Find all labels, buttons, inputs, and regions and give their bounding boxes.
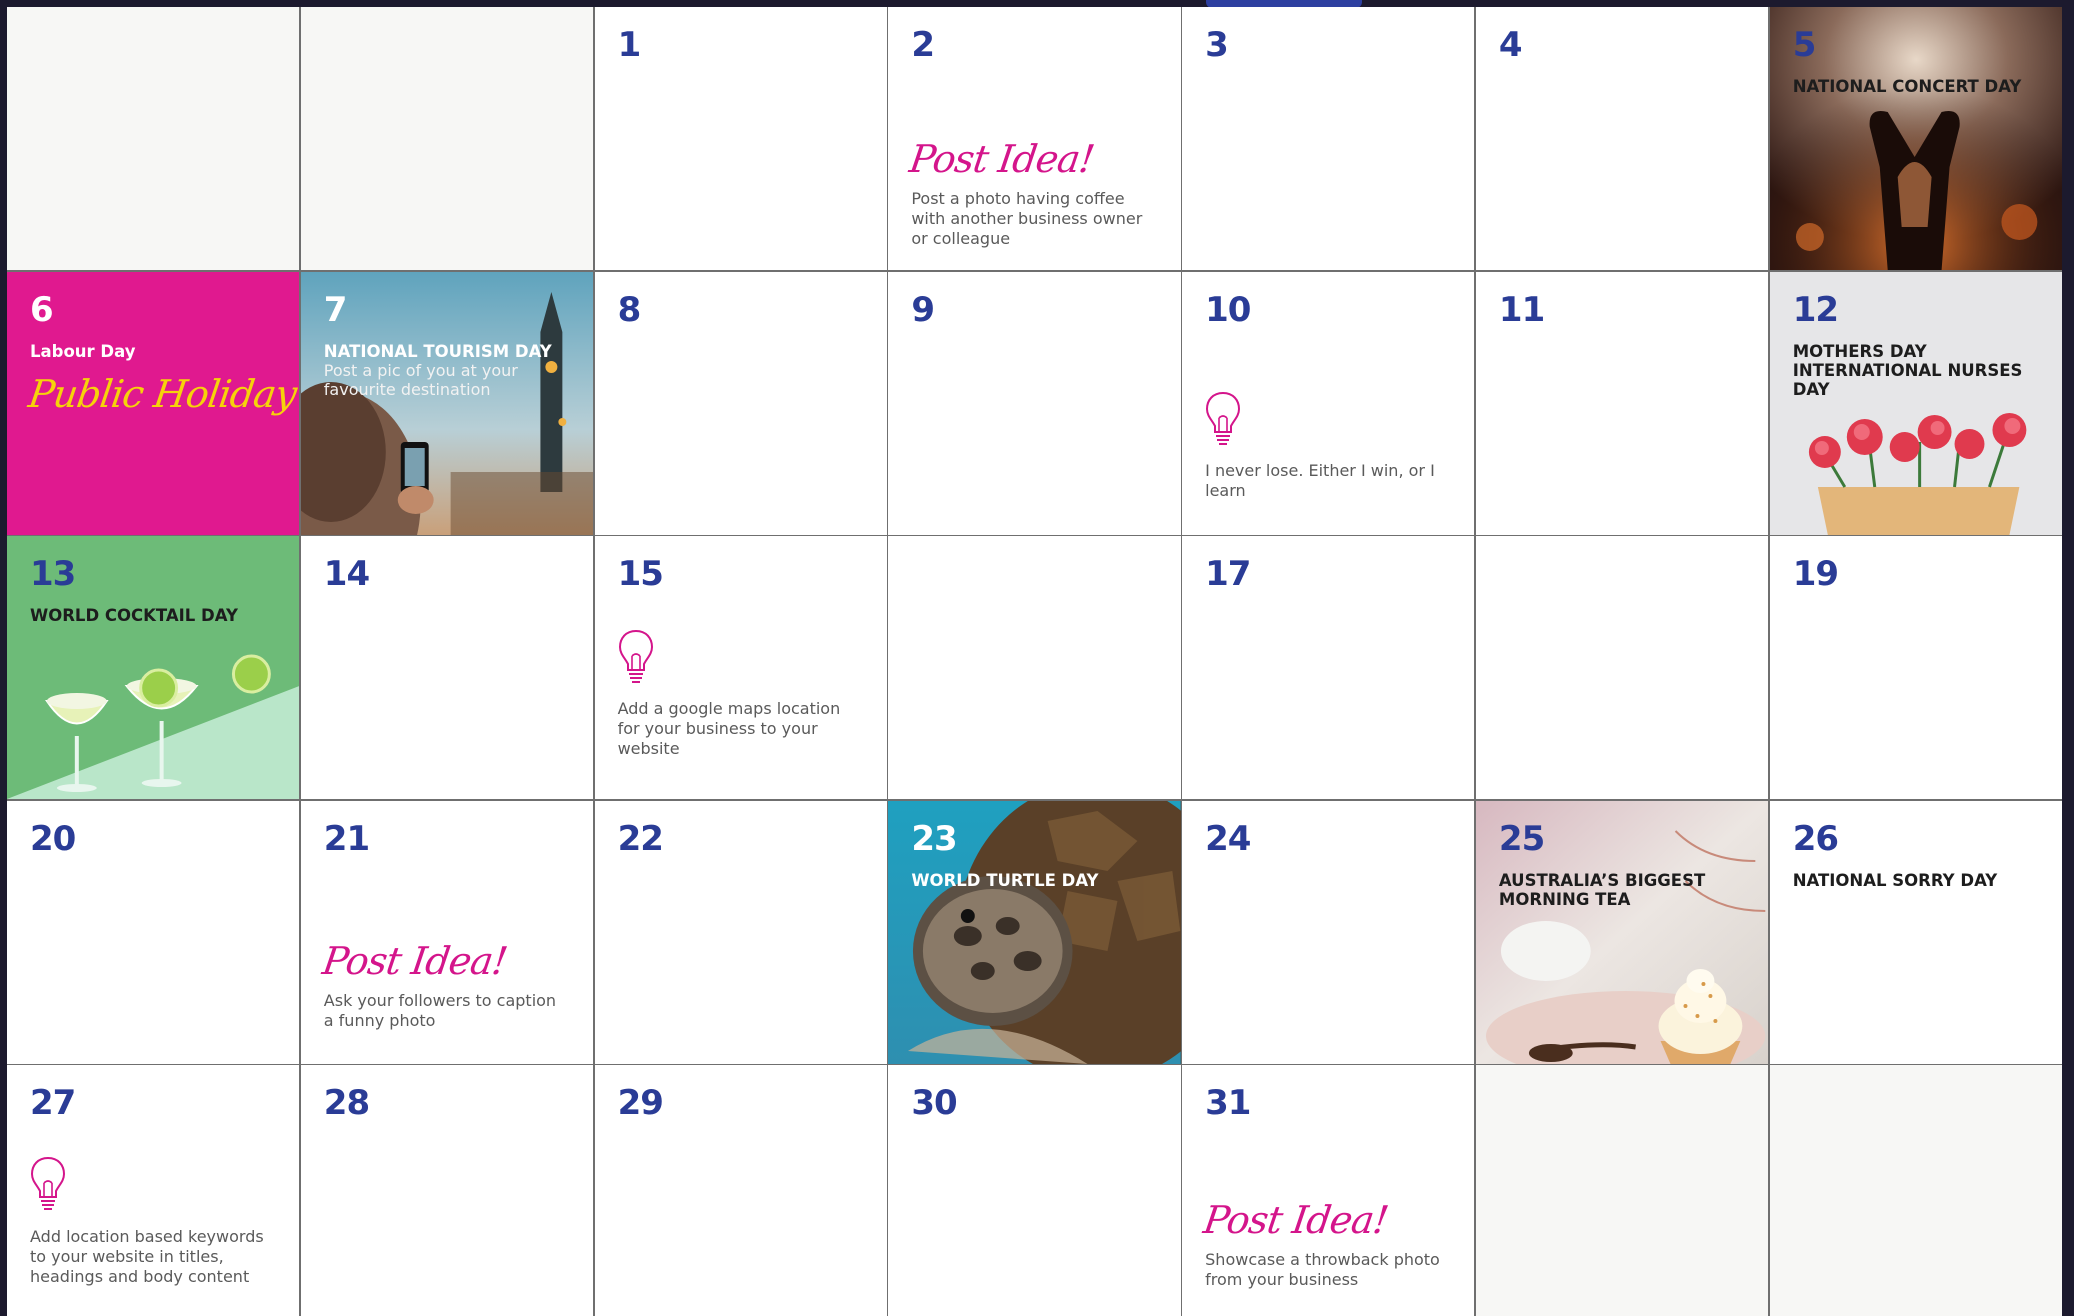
- day-number: 9: [911, 289, 935, 330]
- calendar-cell-empty: [7, 7, 300, 270]
- day-number: 2: [911, 25, 935, 65]
- calendar-cell-day-21[interactable]: 21 Post Idea! Ask your followers to capt…: [300, 800, 594, 1064]
- day-number: 21: [323, 818, 370, 859]
- event-title: MOTHERS DAY INTERNATIONAL NURSES DAY: [1792, 341, 2023, 399]
- day-number: 1: [617, 25, 642, 65]
- tip-text: Add location based keywords to your webs…: [30, 1227, 264, 1286]
- lightbulb-icon: [30, 1156, 66, 1210]
- calendar-cell-day-19[interactable]: 19: [1769, 536, 2062, 799]
- post-idea-text: Ask your followers to caption a funny ph…: [323, 990, 557, 1030]
- post-idea-label: Post Idea!: [907, 137, 1097, 181]
- lightbulb-icon: [1206, 391, 1241, 445]
- day-number: 25: [1498, 818, 1545, 859]
- event-title: NATIONAL CONCERT DAY: [1792, 77, 2022, 96]
- calendar-grid: 1 2 Post Idea! Post a photo having coffe…: [7, 7, 2062, 1316]
- calendar-cell-day-17[interactable]: 17: [1182, 536, 1475, 799]
- day-number: 6: [30, 289, 54, 330]
- calendar-cell-day-12[interactable]: 12 MOTHERS DAY INTERNATIONAL NURSES DAY: [1769, 271, 2062, 535]
- calendar-cell-day-6[interactable]: 6 Labour Day Public Holiday: [7, 271, 300, 535]
- event-title: WORLD TURTLE DAY: [911, 870, 1099, 890]
- calendar-cell-day-14[interactable]: 14: [300, 536, 594, 799]
- calendar-cell-day-23[interactable]: 23 WORLD TURTLE DAY: [888, 800, 1181, 1064]
- day-number: 3: [1205, 25, 1229, 65]
- day-number: 23: [911, 818, 957, 859]
- day-number: 27: [30, 1083, 76, 1123]
- calendar-cell-day-25[interactable]: 25 AUSTRALIA’S BIGGEST MORNING TEA: [1475, 800, 1769, 1064]
- calendar-cell-day-22[interactable]: 22: [594, 800, 887, 1064]
- calendar-cell-day-9[interactable]: 9: [888, 271, 1181, 535]
- calendar-cell-empty: [300, 7, 594, 270]
- event-title: NATIONAL TOURISM DAY: [323, 341, 552, 361]
- event-title: NATIONAL SORRY DAY: [1792, 870, 1998, 890]
- day-number: 24: [1205, 818, 1251, 859]
- day-number: 28: [323, 1083, 370, 1123]
- calendar-cell-day-15[interactable]: 15 Add a google maps location for your b…: [594, 536, 887, 799]
- day-number: 29: [617, 1083, 664, 1123]
- event-title: Labour Day: [30, 341, 136, 361]
- day-number: 13: [30, 554, 76, 594]
- day-number: 5: [1792, 25, 1817, 65]
- day-number: 22: [617, 818, 664, 859]
- event-subtitle: Post a pic of you at your favourite dest…: [323, 360, 518, 399]
- post-idea-label: Post Idea!: [319, 938, 510, 983]
- calendar-cell-day-1[interactable]: 1: [594, 7, 887, 270]
- calendar-cell-day-26[interactable]: 26 NATIONAL SORRY DAY: [1769, 800, 2062, 1064]
- day-number: 17: [1205, 554, 1251, 594]
- day-number: 12: [1792, 289, 1839, 330]
- event-title: AUSTRALIA’S BIGGEST MORNING TEA: [1498, 870, 1706, 909]
- calendar-cell-empty: [1769, 1065, 2062, 1316]
- public-holiday-label: Public Holiday: [25, 371, 299, 416]
- day-number: 26: [1792, 818, 1839, 859]
- calendar-cell-day-4[interactable]: 4: [1475, 7, 1769, 270]
- day-number: 19: [1792, 554, 1839, 594]
- calendar-cell-day-29[interactable]: 29: [594, 1065, 887, 1316]
- calendar-cell-day-13[interactable]: 13 WORLD COCKTAIL DAY: [7, 536, 300, 799]
- day-number: 7: [323, 289, 348, 330]
- calendar-cell-day-18[interactable]: [1475, 536, 1769, 799]
- day-number: 10: [1205, 289, 1251, 330]
- day-number: 31: [1205, 1083, 1251, 1123]
- calendar-cell-day-20[interactable]: 20: [7, 800, 300, 1064]
- tip-text: I never lose. Either I win, or I learn: [1205, 460, 1435, 500]
- calendar-cell-day-30[interactable]: 30: [888, 1065, 1181, 1316]
- event-title: WORLD COCKTAIL DAY: [30, 606, 238, 625]
- day-number: 20: [30, 818, 76, 859]
- post-idea-text: Post a photo having coffee with another …: [911, 189, 1143, 248]
- calendar-cell-day-2[interactable]: 2 Post Idea! Post a photo having coffee …: [888, 7, 1181, 270]
- day-number: 15: [617, 554, 664, 594]
- calendar-cell-day-28[interactable]: 28: [300, 1065, 594, 1316]
- day-number: 30: [911, 1083, 957, 1123]
- day-number: 4: [1498, 25, 1523, 65]
- day-number: 8: [617, 289, 642, 330]
- calendar-cell-day-11[interactable]: 11: [1475, 271, 1769, 535]
- post-idea-text: Showcase a throwback photo from your bus…: [1205, 1250, 1440, 1289]
- calendar-cell-day-16[interactable]: [888, 536, 1181, 799]
- day-number: 14: [323, 554, 370, 594]
- calendar-cell-day-24[interactable]: 24: [1182, 800, 1475, 1064]
- post-idea-label: Post Idea!: [1201, 1198, 1391, 1242]
- calendar-cell-day-27[interactable]: 27 Add location based keywords to your w…: [7, 1065, 300, 1316]
- calendar-cell-day-7[interactable]: 7 NATIONAL TOURISM DAY Post a pic of you…: [300, 271, 594, 535]
- lightbulb-icon: [618, 629, 653, 683]
- calendar-cell-day-5[interactable]: 5 NATIONAL CONCERT DAY: [1769, 7, 2062, 270]
- calendar-cell-day-10[interactable]: 10 I never lose. Either I win, or I lear…: [1182, 271, 1475, 535]
- calendar-cell-day-8[interactable]: 8: [594, 271, 887, 535]
- calendar-cell-day-3[interactable]: 3: [1182, 7, 1475, 270]
- calendar-cell-day-31[interactable]: 31 Post Idea! Showcase a throwback photo…: [1182, 1065, 1475, 1316]
- tip-text: Add a google maps location for your busi…: [617, 699, 841, 758]
- day-number: 11: [1498, 289, 1545, 330]
- calendar-cell-empty: [1475, 1065, 1769, 1316]
